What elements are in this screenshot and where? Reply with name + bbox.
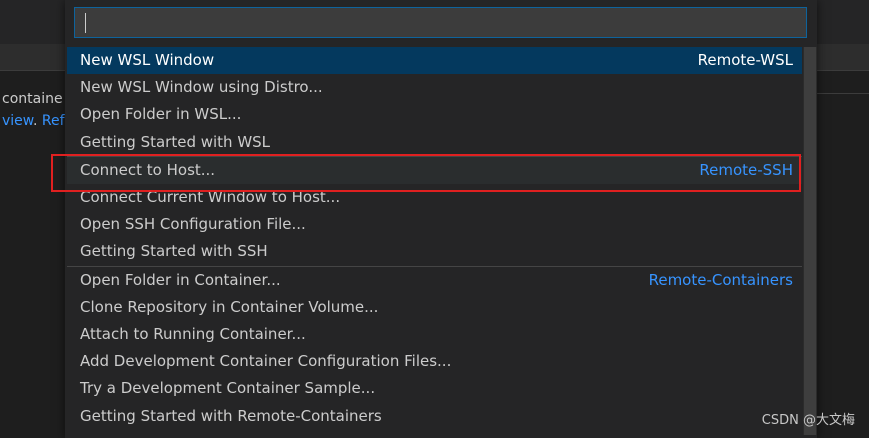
watermark: CSDN @大文梅 [761,413,855,428]
command-label: Open SSH Configuration File... [80,215,306,234]
command-label: Add Development Container Configuration … [80,352,452,371]
command-label: New WSL Window using Distro... [80,78,323,97]
command-list: New WSL Window Remote-WSL New WSL Window … [67,47,802,430]
command-label: Connect to Host... [80,160,216,179]
divider [816,93,869,94]
command-label: Try a Development Container Sample... [80,379,376,398]
scrollbar-thumb[interactable] [804,47,816,435]
command-item[interactable]: New WSL Window using Distro... [67,74,802,101]
text-caret [85,13,86,33]
command-label: Open Folder in Container... [80,270,281,289]
background-links: view. Ref [2,113,65,129]
background-separator: . [32,113,38,129]
command-label: Getting Started with WSL [80,132,271,151]
command-label: Clone Repository in Container Volume... [80,297,379,316]
command-item[interactable]: Getting Started with Remote-Containers [67,402,802,429]
background-link-view[interactable]: view [2,113,33,129]
command-label: New WSL Window [80,51,215,70]
command-item[interactable]: Try a Development Container Sample... [67,375,802,402]
command-palette-input[interactable] [75,8,806,37]
command-item[interactable]: Open Folder in Container... Remote-Contai… [67,265,802,294]
command-label: Getting Started with Remote-Containers [80,406,382,425]
command-group-label: Remote-Containers [648,270,793,289]
command-item[interactable]: Attach to Running Container... [67,321,802,348]
command-item[interactable]: Getting Started with SSH [67,238,802,265]
command-item[interactable]: Open Folder in WSL... [67,101,802,128]
command-label: Getting Started with SSH [80,242,268,261]
command-palette: New WSL Window Remote-WSL New WSL Window … [65,0,817,438]
command-item[interactable]: New WSL Window Remote-WSL [67,47,802,75]
command-label: Connect Current Window to Host... [80,188,341,207]
command-group-label: Remote-WSL [697,51,793,70]
command-item[interactable]: Add Development Container Configuration … [67,348,802,375]
command-item[interactable]: Getting Started with WSL [67,129,802,156]
command-label: Open Folder in WSL... [80,105,242,124]
background-link-ref[interactable]: Ref [42,113,65,129]
scrollbar[interactable] [803,47,817,435]
command-group-label: Remote-SSH [699,160,793,179]
command-item[interactable]: Open SSH Configuration File... [67,211,802,238]
command-item[interactable]: Connect Current Window to Host... [67,184,802,211]
command-item[interactable]: Connect to Host... Remote-SSH [67,155,802,184]
command-item[interactable]: Clone Repository in Container Volume... [67,294,802,321]
command-palette-input-box[interactable] [74,7,807,38]
command-label: Attach to Running Container... [80,324,306,343]
background-text: containe [2,91,63,107]
